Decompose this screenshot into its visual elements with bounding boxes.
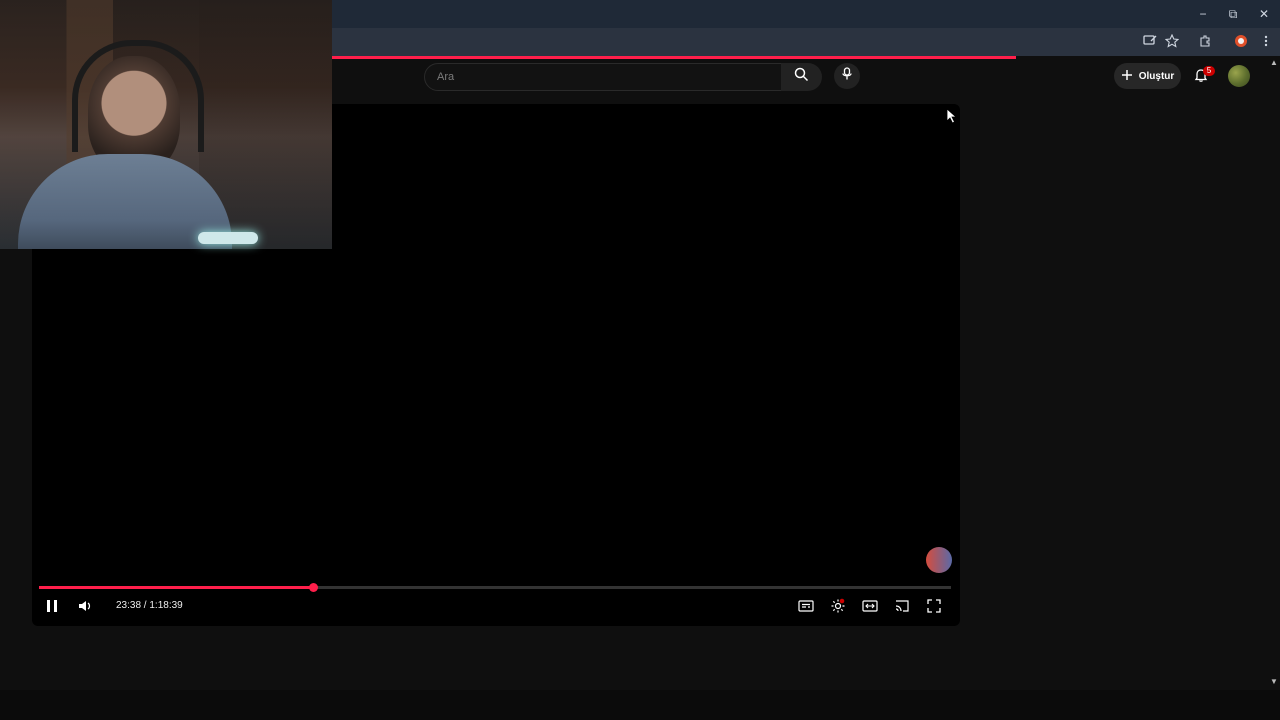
notification-badge: 5: [1203, 66, 1215, 76]
video-progress-bar[interactable]: [39, 586, 951, 589]
create-button[interactable]: Oluştur: [1114, 63, 1181, 89]
settings-button[interactable]: [828, 598, 848, 618]
voice-search-button[interactable]: [834, 63, 860, 89]
account-avatar[interactable]: [1228, 65, 1250, 87]
minimize-button[interactable]: −: [1190, 4, 1216, 24]
subtitles-button[interactable]: [796, 598, 816, 618]
fullscreen-button[interactable]: [924, 598, 944, 618]
theater-icon: [862, 599, 878, 617]
fullscreen-icon: [927, 598, 941, 618]
star-icon[interactable]: [1164, 33, 1180, 50]
volume-button[interactable]: [75, 598, 95, 618]
cast-icon: [894, 599, 910, 618]
search-box[interactable]: [424, 63, 782, 91]
video-progress-handle[interactable]: [309, 583, 318, 592]
pause-button[interactable]: [42, 598, 62, 618]
webcam-overlay: [0, 0, 332, 249]
microphone-icon: [841, 66, 853, 86]
scroll-up-arrow[interactable]: ▲: [1270, 58, 1278, 67]
volume-icon: [78, 599, 92, 618]
gear-icon: [830, 598, 846, 619]
pause-icon: [46, 599, 58, 618]
install-icon[interactable]: [1142, 34, 1158, 50]
page-load-progress: [332, 56, 1016, 59]
channel-watermark[interactable]: [926, 547, 952, 573]
page-scrollbar[interactable]: [1268, 56, 1280, 690]
search-button[interactable]: [781, 63, 822, 91]
video-progress-fill: [39, 586, 313, 589]
close-button[interactable]: ✕: [1251, 4, 1277, 24]
subtitles-icon: [798, 599, 814, 617]
search-input[interactable]: [425, 64, 781, 90]
bottom-edge: [0, 690, 1280, 720]
cast-button[interactable]: [892, 598, 912, 618]
time-display: 23:38 / 1:18:39: [116, 600, 183, 611]
profile-icon[interactable]: [1233, 34, 1249, 50]
search-icon: [794, 67, 809, 87]
theater-mode-button[interactable]: [860, 598, 880, 618]
more-icon[interactable]: [1258, 34, 1274, 50]
plus-icon: [1121, 69, 1133, 84]
scroll-down-arrow[interactable]: ▼: [1270, 677, 1278, 686]
extensions-icon[interactable]: [1197, 34, 1213, 50]
headphones: [72, 40, 204, 152]
create-label: Oluştur: [1138, 70, 1175, 82]
restore-button[interactable]: ⧉: [1220, 4, 1246, 24]
microphone-light: [198, 232, 258, 244]
mouse-cursor: [946, 108, 958, 124]
